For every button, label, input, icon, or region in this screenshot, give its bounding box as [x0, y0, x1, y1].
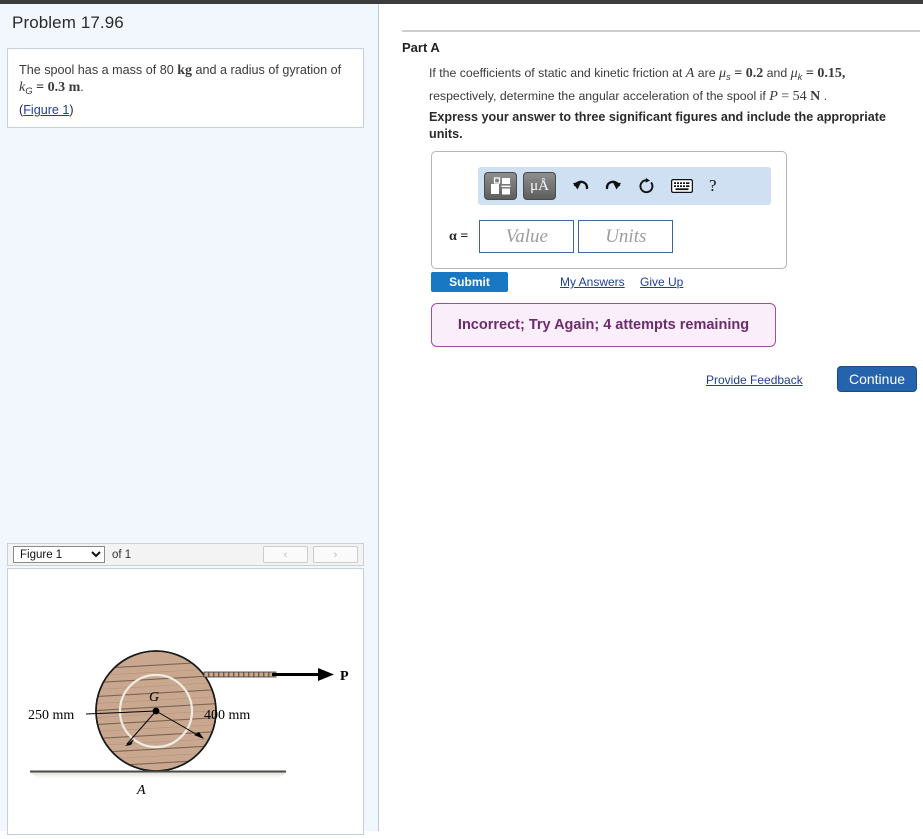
problem-statement-box: The spool has a mass of 80 kg and a radi…: [7, 48, 364, 128]
inner-radius-label: 250 mm: [28, 708, 74, 723]
figure-next-button[interactable]: ›: [313, 546, 358, 563]
figure-panel: P G 250 mm 400 mm A: [7, 568, 364, 835]
figure-selector-bar: Figure 1 of 1 ‹ ›: [7, 543, 364, 566]
figure-select[interactable]: Figure 1: [13, 546, 105, 563]
answer-input-row: α = Value Units: [449, 220, 674, 253]
statement-line1-a: The spool has a mass of 80: [19, 63, 178, 77]
submit-button[interactable]: Submit: [431, 272, 508, 292]
answer-variable-label: α =: [449, 228, 469, 244]
contact-label-A: A: [136, 783, 146, 798]
left-problem-panel: Problem 17.96 The spool has a mass of 80…: [0, 4, 379, 835]
paren-close: ): [69, 103, 74, 117]
statement-line2-pre: of: [330, 63, 342, 77]
answer-entry-box: μÅ ? α = Value Units: [431, 151, 787, 269]
provide-feedback-link[interactable]: Provide Feedback: [706, 373, 803, 387]
mu-s-value: = 0.2: [730, 66, 764, 81]
figure-link-wrap: (Figure 1): [19, 102, 355, 119]
instruction-text: Express your answer to three significant…: [429, 110, 886, 141]
mu-k-value: = 0.15,: [802, 66, 846, 81]
figure-nav-buttons: ‹ ›: [258, 546, 358, 563]
reset-icon[interactable]: [638, 177, 655, 195]
force-P-value: = 54: [777, 89, 811, 104]
figure-prev-button[interactable]: ‹: [263, 546, 308, 563]
section-divider: [402, 30, 920, 32]
help-icon[interactable]: ?: [709, 176, 717, 196]
question-t5: .: [820, 89, 828, 103]
force-P-unit: N: [810, 89, 821, 104]
right-answer-panel: Part A If the coefficients of static and…: [380, 4, 923, 831]
statement-kg-subscript: G: [25, 86, 33, 97]
question-t1: If the coefficients of static and kineti…: [429, 66, 686, 80]
question-t2: are: [694, 66, 719, 80]
problem-statement-text: The spool has a mass of 80 kg and a radi…: [19, 62, 355, 119]
statement-line1-b: and a radius of gyration: [192, 63, 328, 77]
figure-count-label: of 1: [112, 548, 132, 561]
outer-radius-label: 400 mm: [204, 708, 250, 723]
statement-period: .: [80, 80, 84, 94]
keyboard-icon[interactable]: [671, 179, 693, 193]
part-heading: Part A: [402, 40, 440, 55]
statement-unit-kg: kg: [177, 63, 193, 78]
center-label-G: G: [149, 690, 159, 705]
continue-button[interactable]: Continue: [837, 366, 917, 392]
feedback-banner: Incorrect; Try Again; 4 attempts remaini…: [431, 303, 776, 347]
question-t3: and: [763, 66, 791, 80]
force-label-P: P: [340, 669, 349, 684]
units-input[interactable]: Units: [578, 220, 674, 253]
question-t4: respectively, determine the angular acce…: [429, 89, 770, 103]
give-up-link[interactable]: Give Up: [640, 275, 683, 289]
ground-shadow: [30, 772, 286, 781]
math-template-icon[interactable]: [484, 172, 517, 200]
figure-1-link[interactable]: Figure 1: [23, 103, 69, 117]
mu-s-symbol: μ: [718, 66, 726, 81]
my-answers-link[interactable]: My Answers: [560, 275, 625, 289]
force-P-symbol: P: [769, 89, 778, 104]
units-icon-label: μÅ: [530, 177, 549, 194]
undo-icon[interactable]: [572, 179, 589, 194]
spool-diagram: P G 250 mm 400 mm A: [28, 650, 349, 798]
force-arrow-head: [318, 668, 334, 681]
value-input[interactable]: Value: [479, 220, 575, 253]
page-title: Problem 17.96: [12, 13, 124, 32]
cable-band: [203, 671, 277, 678]
units-micro-angstrom-icon[interactable]: μÅ: [523, 172, 556, 200]
mu-k-symbol: μ: [790, 66, 798, 81]
math-toolbar: μÅ ?: [478, 167, 771, 205]
statement-kg-value: = 0.3 m: [32, 80, 81, 95]
redo-icon[interactable]: [605, 179, 622, 194]
question-text: If the coefficients of static and kineti…: [429, 64, 905, 106]
